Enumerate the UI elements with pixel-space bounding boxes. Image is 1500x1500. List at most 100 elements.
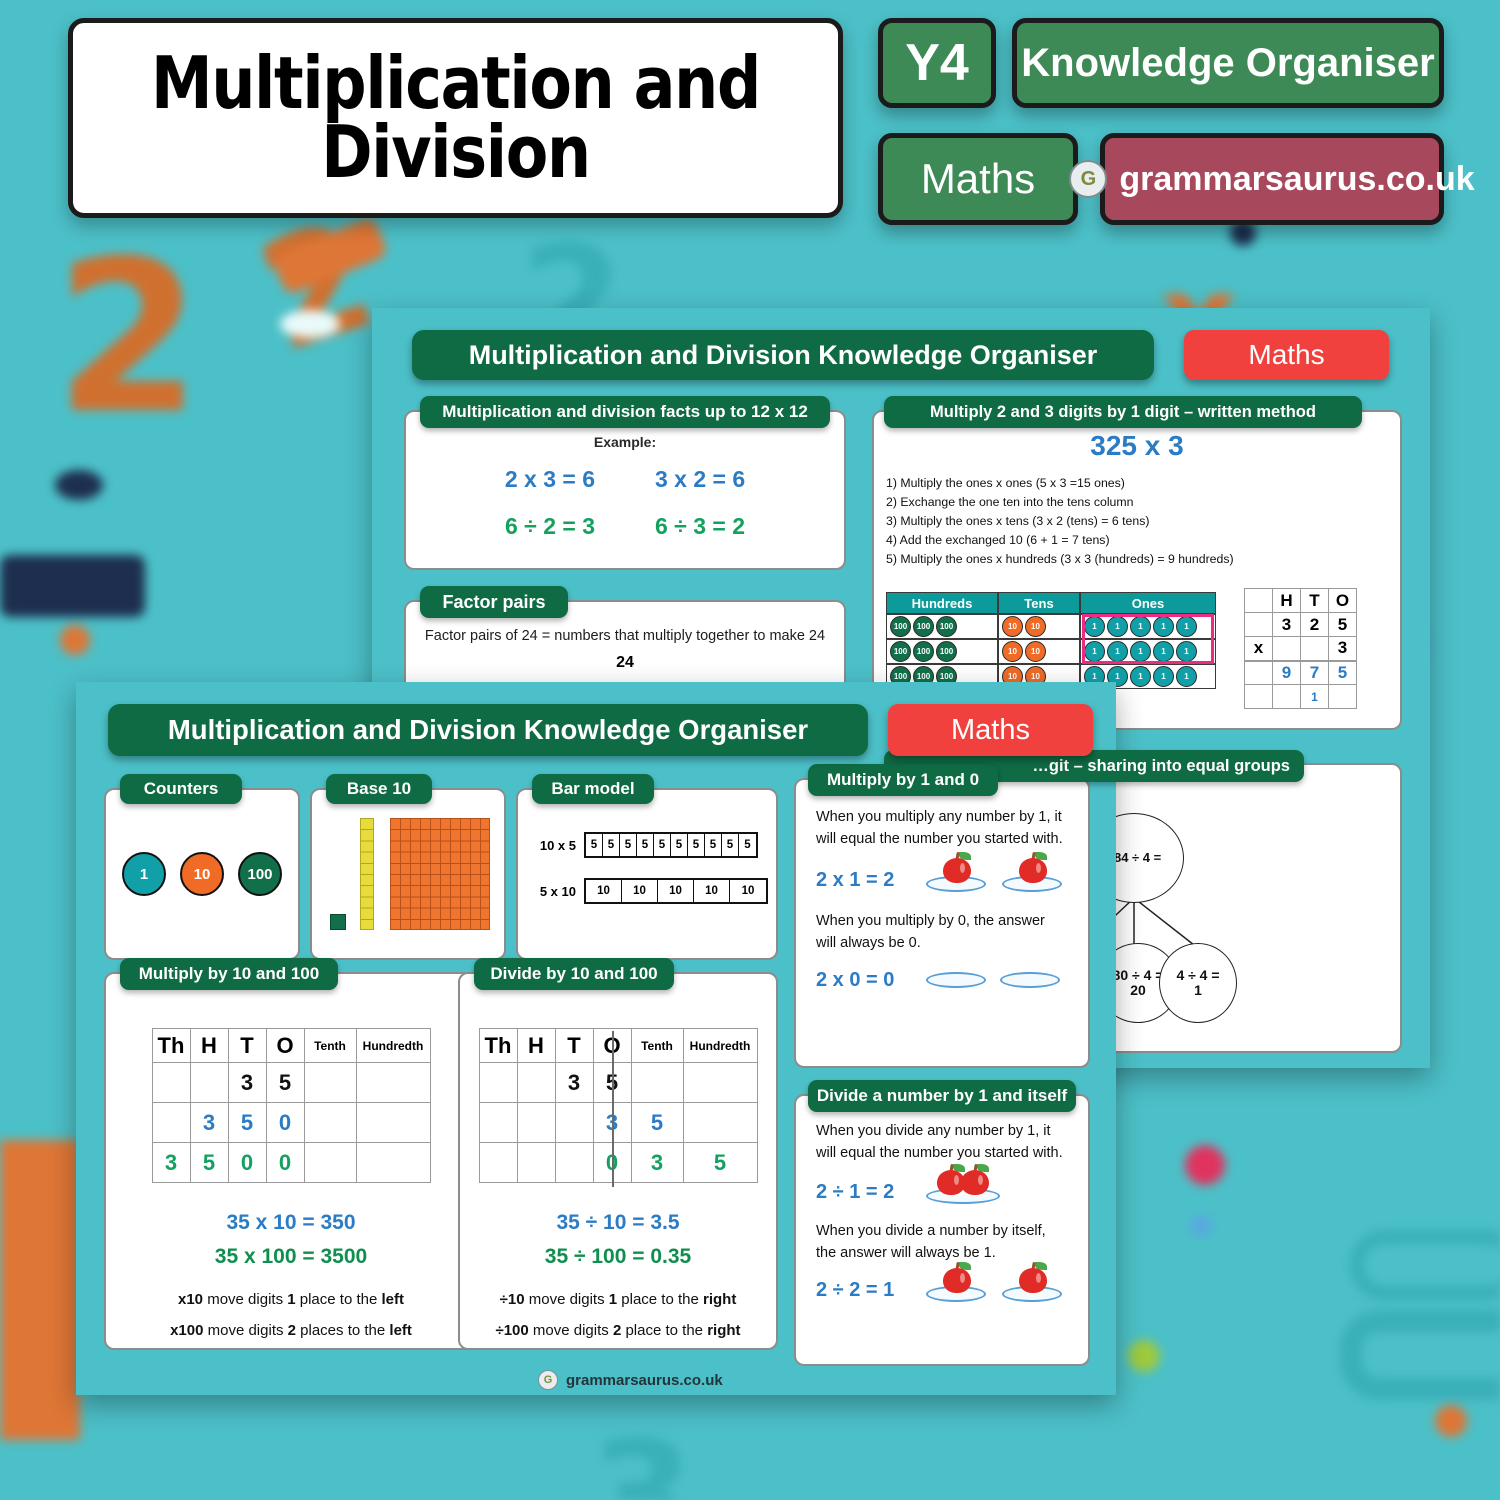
mul-rule-1-num: 1: [287, 1291, 296, 1308]
table-row: 1: [1244, 684, 1357, 709]
div-eq-2: 35 ÷ 100 = 0.35: [544, 1245, 692, 1268]
decimal-point-column: [612, 1031, 614, 1187]
mul-rule-2-dir: left: [389, 1322, 412, 1339]
bar-model-cell: 5: [705, 834, 722, 856]
decorative-bar-3: [0, 1140, 80, 1440]
panel-counters: 1 10 100: [104, 788, 300, 960]
base10-ones-cube: [330, 914, 346, 930]
empty-plate-icon-a: [926, 972, 986, 989]
divide-pv-cell: [516, 1142, 556, 1183]
bar-model-cell: 5: [744, 839, 751, 851]
pv-cell-tens: 10 10: [998, 614, 1080, 639]
counter-hundred: 100: [238, 852, 282, 896]
empty-plate-icon-b: [1000, 972, 1060, 989]
mul-rule-1-dir: left: [381, 1291, 404, 1308]
mult10-eq-2: 2 x 0 = 0: [816, 968, 895, 991]
multiply-pv-cell: [189, 1062, 229, 1103]
decorative-dot-green: [1128, 1340, 1160, 1372]
multiply-pv-header: O: [265, 1028, 305, 1063]
multiply-place-value-table: Th H T O Tenth Hundredth 353503500: [151, 1028, 431, 1183]
bar-model-row: 5 x 10 10 10 10 10 10: [532, 878, 776, 904]
decorative-ring-1: [1340, 1310, 1500, 1400]
table-row: 35: [478, 1062, 758, 1103]
panel-bar-model: 10 x 55555555555 5 x 10 10 10 10 10 10: [516, 788, 778, 960]
multiply-pv-header: H: [189, 1028, 229, 1063]
multiply-pv-cell: [151, 1102, 191, 1143]
column-cell: x: [1244, 636, 1273, 661]
front-card-title: Multiplication and Division Knowledge Or…: [108, 704, 868, 756]
front-card-footer[interactable]: G grammarsaurus.co.uk: [538, 1370, 723, 1390]
mult10-text-1: When you multiply any number by 1, it wi…: [816, 809, 1063, 848]
multiply-pv-header: Th: [151, 1028, 191, 1063]
fact-mult-2: 3 x 2 = 6: [655, 466, 746, 492]
tree-child-3-expr: 4 ÷ 4 =: [1176, 966, 1220, 983]
div-rule-2-pre: ÷100: [495, 1322, 529, 1339]
counter-chip-hundreds: 100: [890, 641, 911, 662]
counter-chip-hundreds: 100: [913, 616, 934, 637]
counter-chip-hundreds: 100: [890, 616, 911, 637]
ones-highlight-box: [1082, 614, 1214, 664]
table-row: 35: [151, 1062, 431, 1103]
page-title-banner: Multiplication and Division: [68, 18, 843, 218]
panel-header-facts: Multiplication and division facts up to …: [420, 396, 830, 428]
footer-website-label: grammarsaurus.co.uk: [566, 1371, 723, 1389]
table-row: 3500: [151, 1142, 431, 1183]
divide-pv-cell: [516, 1062, 556, 1103]
panel-header-divide-by-1-and-itself: Divide a number by 1 and itself: [808, 1080, 1076, 1112]
div1-text-1: When you divide any number by 1, it will…: [816, 1123, 1063, 1162]
website-badge[interactable]: G grammarsaurus.co.uk: [1069, 133, 1475, 225]
written-step-4: 4) Add the exchanged 10 (6 + 1 = 7 tens): [886, 533, 1110, 548]
column-cell: 5: [1328, 612, 1357, 637]
bar-model-row: 10 x 55555555555: [532, 832, 776, 858]
counter-chip-tens: 10: [1002, 641, 1023, 662]
bar-model-bar: 10 10 10 10 10: [584, 878, 768, 904]
apple-icon: [1016, 1261, 1050, 1295]
front-organiser-card[interactable]: Multiplication and Division Knowledge Or…: [76, 682, 1116, 1395]
div-rule-1-dir: right: [703, 1291, 737, 1308]
divide-pv-cell: 5: [630, 1102, 684, 1143]
back-card-title: Multiplication and Division Knowledge Or…: [412, 330, 1154, 380]
counter-chip-tens: 10: [1025, 641, 1046, 662]
table-row: x3: [1244, 636, 1357, 661]
mul-rule-1: x10 move digits 1 place to the left: [106, 1291, 476, 1308]
mul-rule-2-mid2: places to the: [296, 1322, 390, 1339]
divide-pv-header: Tenth: [630, 1028, 684, 1063]
pv-header-ones: Ones: [1080, 592, 1216, 614]
column-cell: [1328, 684, 1357, 709]
multiply-pv-cell: 3: [227, 1062, 267, 1103]
base10-hundreds-flat: [390, 818, 490, 930]
column-method-table: HTO325x39751: [1244, 588, 1357, 709]
multiply-pv-cell: 0: [265, 1102, 305, 1143]
bar-model-cell: 5: [637, 834, 654, 856]
divide-pv-header: Th: [478, 1028, 518, 1063]
decorative-ring-2: [1350, 1230, 1500, 1300]
mul-rule-1-mid: move digits: [203, 1291, 288, 1308]
bar-model-cell: 5: [722, 834, 739, 856]
panel-header-counters: Counters: [120, 774, 242, 804]
multiply-pv-cell: [355, 1062, 431, 1103]
divide-pv-cell: [554, 1142, 594, 1183]
written-method-calculation: 325 x 3: [1090, 430, 1184, 461]
decorative-number-2: 2: [55, 215, 202, 460]
apple-icon: [1016, 851, 1050, 885]
bar-model-label: 5 x 10: [539, 883, 576, 899]
div-rule-2: ÷100 move digits 2 place to the right: [460, 1322, 776, 1339]
table-row: 035: [478, 1142, 758, 1183]
column-cell: 2: [1300, 612, 1329, 637]
tree-child-3-value: 1: [1194, 982, 1202, 998]
counter-chip-ones: 1: [1153, 666, 1174, 687]
panel-header-multiply-by-1-and-0: Multiply by 1 and 0: [808, 764, 998, 796]
decorative-dot-2: [60, 625, 90, 655]
divide-pv-cell: [630, 1062, 684, 1103]
column-cell: [1272, 636, 1301, 661]
front-card-subject: Maths: [888, 704, 1093, 756]
mul-rule-2: x100 move digits 2 places to the left: [106, 1322, 476, 1339]
decorative-dot-pink: [1185, 1145, 1225, 1185]
counter-chip-ones: 1: [1130, 666, 1151, 687]
panel-divide-by-1-and-itself: When you divide any number by 1, it will…: [794, 1094, 1090, 1366]
div-rule-1-pre: ÷10: [499, 1291, 525, 1308]
counter-chip-ones: 1: [1176, 666, 1197, 687]
mul-rule-1-pre: x10: [178, 1291, 204, 1308]
fact-div-2: 6 ÷ 3 = 2: [655, 513, 745, 539]
plate-with-one-apple-c: [926, 1261, 988, 1302]
